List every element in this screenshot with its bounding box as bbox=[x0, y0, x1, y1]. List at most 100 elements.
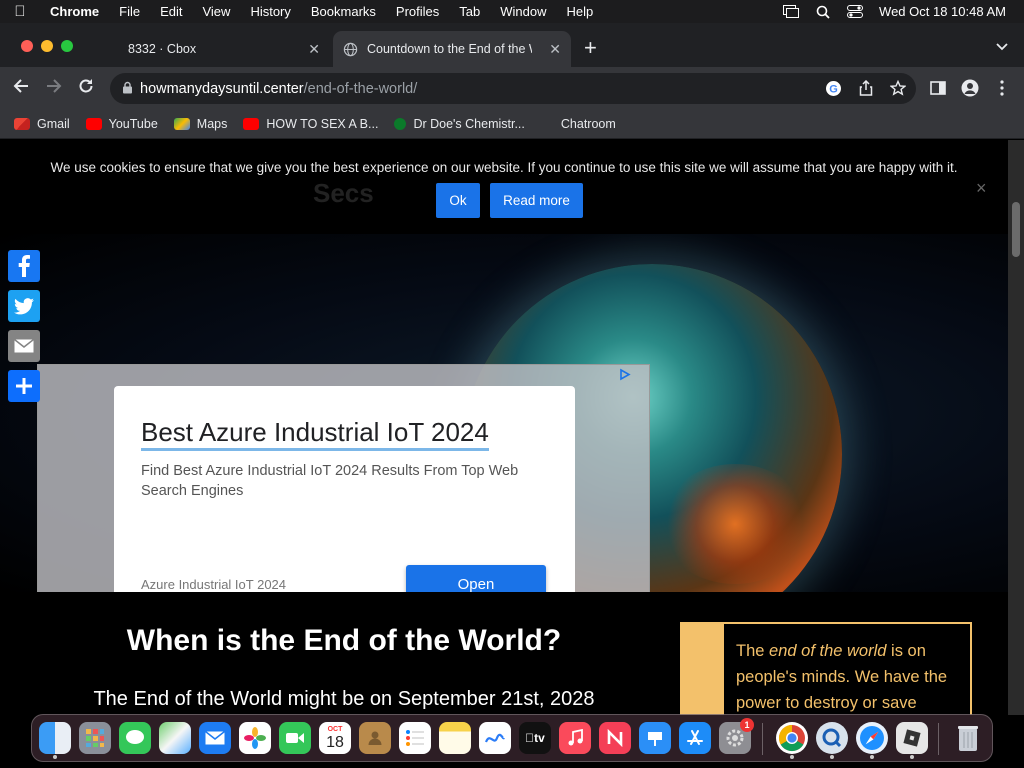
browser-tab-strip: 8332 · Cbox ✕ Countdown to the End of th… bbox=[0, 23, 1024, 67]
window-zoom-button[interactable] bbox=[61, 40, 73, 52]
system-settings-icon[interactable]: 1 bbox=[719, 718, 754, 754]
back-arrow-icon[interactable] bbox=[12, 77, 30, 99]
page-scrollbar[interactable] bbox=[1008, 140, 1024, 715]
menu-file[interactable]: File bbox=[109, 4, 150, 19]
chemistry-icon bbox=[394, 117, 407, 130]
dock-separator bbox=[938, 723, 939, 755]
scrollbar-thumb[interactable] bbox=[1012, 202, 1020, 257]
bookmark-youtube[interactable]: YouTube bbox=[85, 116, 158, 131]
calendar-month: OCT bbox=[327, 725, 343, 733]
messages-icon[interactable] bbox=[119, 722, 151, 754]
ad-open-button[interactable]: Open bbox=[406, 565, 546, 592]
bookmarks-bar: Gmail YouTube Maps HOW TO SEX A B... Dr … bbox=[0, 109, 1024, 139]
browser-toolbar: howmanydaysuntil.center/end-of-the-world… bbox=[0, 67, 1024, 109]
menu-view[interactable]: View bbox=[192, 4, 240, 19]
side-panel-icon[interactable] bbox=[929, 79, 947, 97]
trash-icon[interactable] bbox=[952, 722, 984, 754]
reload-icon[interactable] bbox=[77, 77, 95, 99]
contacts-icon[interactable] bbox=[359, 722, 391, 754]
facebook-share-icon[interactable] bbox=[8, 250, 40, 282]
share-icon[interactable] bbox=[857, 79, 875, 97]
bookmark-dr-doe[interactable]: Dr Doe's Chemistr... bbox=[394, 116, 525, 131]
email-share-icon[interactable] bbox=[8, 330, 40, 362]
mail-icon[interactable] bbox=[199, 722, 231, 754]
news-icon[interactable] bbox=[599, 722, 631, 754]
dock-separator bbox=[762, 723, 763, 755]
cookie-message: We use cookies to ensure that we give yo… bbox=[50, 160, 958, 175]
page-heading: When is the End of the World? bbox=[126, 624, 562, 657]
quote-text: The end of the world is on people's mind… bbox=[736, 642, 948, 712]
notes-icon[interactable] bbox=[439, 722, 471, 754]
ad-banner[interactable]: Best Azure Industrial IoT 2024 Find Best… bbox=[37, 364, 650, 592]
menu-history[interactable]: History bbox=[240, 4, 300, 19]
profile-avatar-icon[interactable] bbox=[961, 79, 979, 97]
macos-menu-bar:  Chrome File Edit View History Bookmark… bbox=[0, 0, 1024, 23]
keynote-icon[interactable] bbox=[639, 722, 671, 754]
menu-profiles[interactable]: Profiles bbox=[386, 4, 449, 19]
photos-icon[interactable] bbox=[239, 722, 271, 754]
music-icon[interactable] bbox=[559, 722, 591, 754]
menu-help[interactable]: Help bbox=[557, 4, 604, 19]
window-close-button[interactable] bbox=[21, 40, 33, 52]
tab-search-chevron-icon[interactable] bbox=[996, 40, 1008, 54]
menu-bar-clock[interactable]: Wed Oct 18 10:48 AM bbox=[879, 4, 1006, 19]
google-lens-icon[interactable]: G bbox=[824, 79, 842, 97]
ad-card[interactable]: Best Azure Industrial IoT 2024 Find Best… bbox=[114, 386, 575, 592]
ad-description: Find Best Azure Industrial IoT 2024 Resu… bbox=[141, 463, 519, 499]
bookmark-youtube-video[interactable]: HOW TO SEX A B... bbox=[243, 117, 378, 131]
bookmark-label: YouTube bbox=[108, 116, 158, 131]
bookmark-label: Maps bbox=[196, 116, 228, 131]
tab-close-icon[interactable]: ✕ bbox=[308, 41, 320, 58]
apple-tv-label: tv bbox=[525, 731, 545, 745]
bookmark-star-icon[interactable] bbox=[889, 79, 907, 97]
bookmark-gmail[interactable]: Gmail bbox=[14, 117, 70, 131]
apple-icon[interactable]:  bbox=[0, 3, 40, 20]
cookie-close-icon[interactable]: × bbox=[976, 178, 987, 199]
apple-tv-icon[interactable]: tv bbox=[519, 722, 551, 754]
facetime-icon[interactable] bbox=[279, 722, 311, 754]
spotlight-search-icon[interactable] bbox=[815, 5, 831, 19]
reminders-icon[interactable] bbox=[399, 722, 431, 754]
hero-earth-image: Best Azure Industrial IoT 2024 Find Best… bbox=[0, 234, 1008, 592]
tab-close-icon[interactable]: ✕ bbox=[549, 41, 561, 58]
tab-cbox[interactable]: 8332 · Cbox ✕ bbox=[110, 31, 330, 67]
tab-title: 8332 · Cbox bbox=[128, 42, 197, 56]
menu-tab[interactable]: Tab bbox=[449, 4, 490, 19]
menu-window[interactable]: Window bbox=[490, 4, 556, 19]
menu-edit[interactable]: Edit bbox=[150, 4, 192, 19]
cookie-read-more-button[interactable]: Read more bbox=[490, 183, 583, 218]
finder-icon[interactable] bbox=[39, 722, 71, 759]
svg-text:G: G bbox=[829, 83, 838, 95]
new-tab-plus-icon[interactable]: + bbox=[584, 37, 597, 59]
ad-choices-icon[interactable] bbox=[618, 368, 631, 384]
menu-app-chrome[interactable]: Chrome bbox=[40, 4, 109, 19]
forward-arrow-icon[interactable] bbox=[45, 77, 63, 99]
bookmark-label: Dr Doe's Chemistr... bbox=[413, 116, 525, 131]
ad-advertiser: Azure Industrial IoT 2024 bbox=[141, 577, 287, 592]
app-store-icon[interactable] bbox=[679, 722, 711, 754]
window-minimize-button[interactable] bbox=[41, 40, 53, 52]
chrome-icon[interactable] bbox=[776, 722, 808, 759]
freeform-icon[interactable] bbox=[479, 722, 511, 754]
control-center-icon[interactable] bbox=[847, 5, 864, 19]
more-menu-icon[interactable] bbox=[993, 79, 1011, 97]
maps-app-icon[interactable] bbox=[159, 722, 191, 754]
more-share-plus-icon[interactable] bbox=[8, 370, 40, 402]
lock-icon[interactable] bbox=[122, 81, 140, 97]
address-bar[interactable]: howmanydaysuntil.center/end-of-the-world… bbox=[110, 73, 916, 104]
screen-mirroring-icon[interactable] bbox=[783, 5, 800, 19]
countdown-secs-label: Secs bbox=[313, 178, 374, 208]
calendar-icon[interactable]: OCT 18 bbox=[319, 722, 351, 754]
launchpad-icon[interactable] bbox=[79, 722, 111, 754]
bookmark-maps[interactable]: Maps bbox=[173, 116, 228, 131]
bookmark-chatroom[interactable]: Chatroom bbox=[561, 117, 616, 131]
tab-countdown[interactable]: Countdown to the End of the W ✕ bbox=[333, 31, 571, 67]
safari-icon[interactable] bbox=[856, 722, 888, 759]
roblox-icon[interactable] bbox=[896, 722, 928, 759]
ad-headline[interactable]: Best Azure Industrial IoT 2024 bbox=[141, 416, 489, 451]
quicktime-icon[interactable] bbox=[816, 722, 848, 759]
macos-dock: OCT 18 tv 1 bbox=[31, 714, 993, 762]
menu-bookmarks[interactable]: Bookmarks bbox=[301, 4, 386, 19]
twitter-share-icon[interactable] bbox=[8, 290, 40, 322]
cookie-ok-button[interactable]: Ok bbox=[436, 183, 480, 218]
